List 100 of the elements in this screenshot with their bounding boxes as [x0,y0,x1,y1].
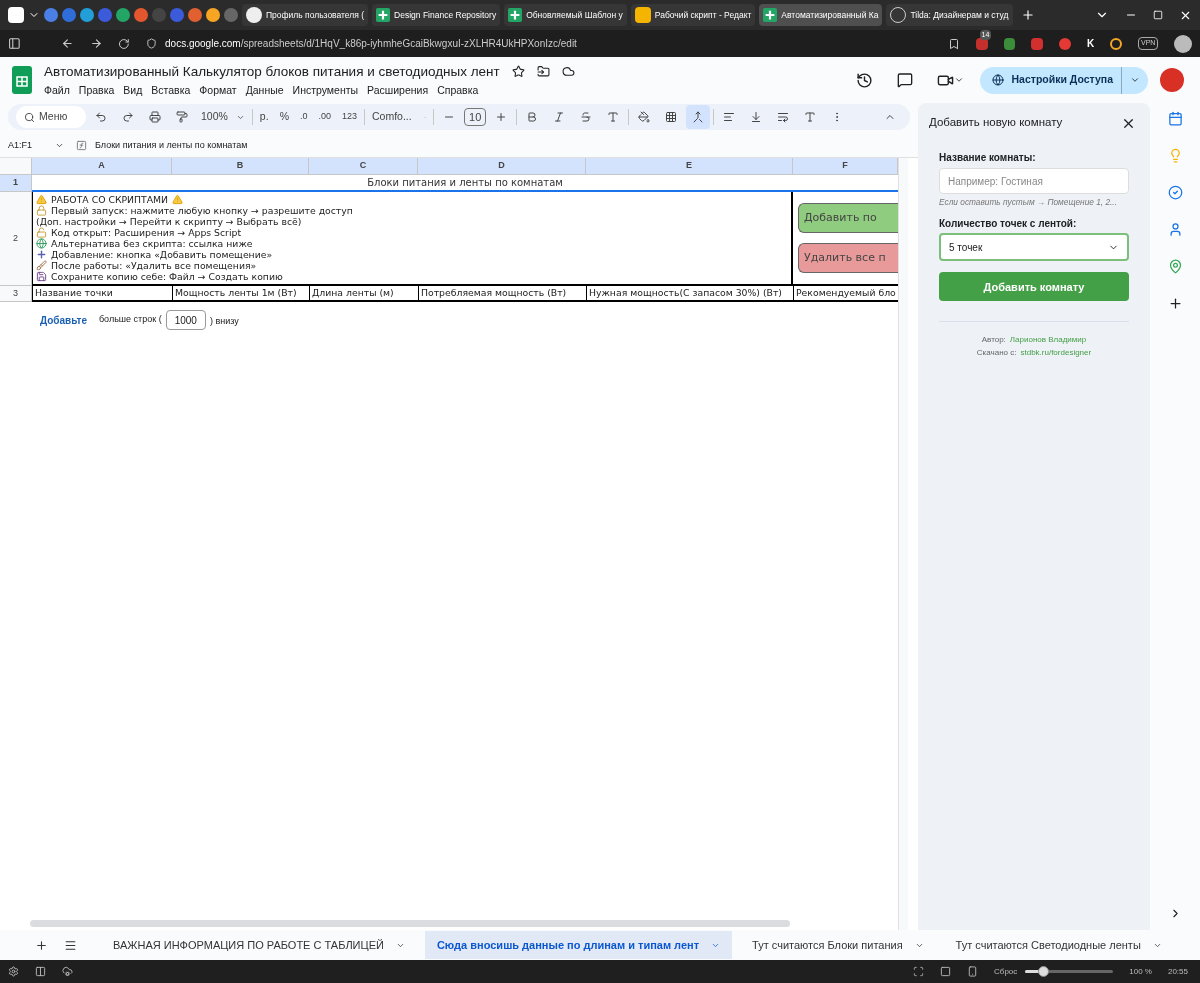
pinned-tab-icon[interactable] [188,8,202,22]
menu-item[interactable]: Данные [245,82,284,99]
menu-item[interactable]: Формат [199,82,237,99]
column-header[interactable]: A [32,158,172,175]
bookmark-icon[interactable] [947,37,960,50]
horizontal-scrollbar[interactable] [30,920,790,927]
folder-icon[interactable] [536,65,550,79]
device-icon[interactable] [967,966,978,977]
header-cell[interactable]: Мощность ленты 1м (Вт) [172,286,309,302]
profile-avatar[interactable] [1174,34,1193,53]
pinned-tab-icon[interactable] [80,8,94,22]
forward-icon[interactable] [89,37,103,50]
address-field[interactable]: docs.google.com/spreadsheets/d/1HqV_k86p-iyhmheGcaiBkwgxuI-zXLHR4UkHPXonIzc/edit [146,33,960,54]
menu-item[interactable]: Справка [437,82,479,99]
user-avatar[interactable] [1160,68,1184,92]
browser-tab[interactable]: Design Finance Repository [372,4,501,26]
document-title[interactable]: Автоматизированный Калькулятор блоков питания и светодиодных лент [44,61,500,82]
decrease-decimal-button[interactable]: .0 [295,110,312,124]
point-count-select[interactable]: 5 точек [939,233,1129,262]
currency-button[interactable]: р. [255,109,273,125]
browser-tab[interactable]: Обновляемый Шаблон у [504,4,627,26]
zoom-select[interactable]: 100% [197,109,249,125]
cloud-icon[interactable] [561,65,575,79]
extension-icon[interactable] [1110,37,1122,50]
percent-button[interactable]: % [275,109,293,125]
add-rows-link[interactable]: Добавьте [40,312,87,328]
add-room-button[interactable]: Добавить по [798,203,898,233]
menu-item[interactable]: Расширения [367,82,429,99]
zoom-slider-thumb[interactable] [1037,966,1049,977]
menu-item[interactable]: Правка [78,82,115,99]
column-header[interactable]: F [793,158,898,175]
menu-item[interactable]: Вид [123,82,143,99]
header-cell[interactable]: Название точки [32,286,172,302]
contacts-icon[interactable] [1167,222,1183,237]
star-icon[interactable] [511,65,525,79]
map-pin-icon[interactable] [1167,259,1183,274]
sheet-tab[interactable]: Тут считаются Светодиодные ленты [943,931,1174,959]
font-size-field[interactable]: 10 [464,108,487,126]
increase-decimal-button[interactable]: .00 [314,110,335,124]
column-header[interactable]: D [418,158,586,175]
pinned-tab-icon[interactable] [44,8,58,22]
row-header[interactable]: 2 [0,192,32,286]
menu-item[interactable]: Инструменты [292,82,359,99]
tile-icon[interactable] [940,966,951,977]
column-header[interactable]: C [309,158,418,175]
browser-tab[interactable]: Профиль пользователя ( [242,4,369,26]
capture-icon[interactable] [913,966,924,977]
format-button[interactable]: 123 [338,110,362,124]
pinned-tab-icon[interactable] [206,8,220,22]
back-icon[interactable] [60,37,74,50]
formula-field[interactable]: Блоки питания и ленты по комнатам [95,138,248,153]
pinned-tab-icon[interactable] [62,8,76,22]
browser-tab[interactable]: Автоматизированный Ка [759,4,883,26]
add-sheet-icon[interactable] [35,938,48,952]
reload-icon[interactable] [118,37,130,50]
name-box[interactable]: A1:F1 [8,138,68,153]
menu-item[interactable]: Вставка [151,82,191,99]
font-select[interactable]: Comfo... [368,109,431,125]
header-cell[interactable]: Длина ленты (м) [309,286,418,302]
cloud-icon[interactable] [62,966,73,977]
reset-button[interactable]: Сброс [994,965,1018,978]
header-cell[interactable]: Нужная мощность(С запасом 30%) (Вт) [586,286,793,302]
settings-icon[interactable] [8,966,19,977]
column-header[interactable]: E [586,158,793,175]
new-tab-icon[interactable] [1020,8,1035,22]
vertical-scrollbar[interactable] [898,158,908,930]
sidebar-icon[interactable] [8,37,21,50]
row-header[interactable]: 3 [0,286,32,302]
history-icon[interactable] [855,71,873,89]
browser-tab[interactable]: Tilda: Дизайнерам и студ [886,4,1013,26]
add-icon[interactable] [1167,296,1183,311]
comment-icon[interactable] [896,72,913,88]
sheet-tab[interactable]: ВАЖНАЯ ИНФОРМАЦИЯ ПО РАБОТЕ С ТАБЛИЦЕЙ [101,931,417,959]
pinned-tab-icon[interactable] [134,8,148,22]
maximize-icon[interactable] [1153,10,1163,20]
vivaldi-icon[interactable] [8,7,24,23]
delete-rooms-button[interactable]: Удалить все п [798,243,898,273]
column-header[interactable]: B [172,158,309,175]
tasks-icon[interactable] [1167,185,1183,200]
extension-icon[interactable] [1059,37,1071,50]
browser-tab[interactable]: Рабочий скрипт - Редакт [630,4,756,26]
row-header[interactable]: 1 [0,175,32,192]
sheets-logo[interactable] [12,66,32,94]
title-cell[interactable]: Блоки питания и ленты по комнатам [32,175,898,192]
sheet-tab[interactable]: Сюда вносишь данные по длинам и типам лент [424,931,733,959]
room-name-field[interactable]: Например: Гостиная [939,168,1129,194]
header-cell[interactable]: Потребляемая мощность (Вт) [418,286,586,302]
pinned-tab-icon[interactable] [116,8,130,22]
extension-letter[interactable]: K [1086,36,1095,51]
caret-icon[interactable] [953,75,964,85]
share-button[interactable]: Настройки Доступа [979,66,1121,94]
menu-icon[interactable] [64,938,77,952]
menu-item[interactable]: Файл [44,82,70,99]
share-menu-button[interactable] [1121,66,1148,94]
extension-icon[interactable] [1003,37,1016,50]
menu-search-field[interactable]: Меню [16,106,86,128]
sheet-tab[interactable]: Тут считаются Блоки питания [740,931,936,959]
row-count-field[interactable]: 1000 [165,310,206,330]
panel-icon[interactable] [35,966,46,977]
calendar-icon[interactable] [1167,111,1183,126]
